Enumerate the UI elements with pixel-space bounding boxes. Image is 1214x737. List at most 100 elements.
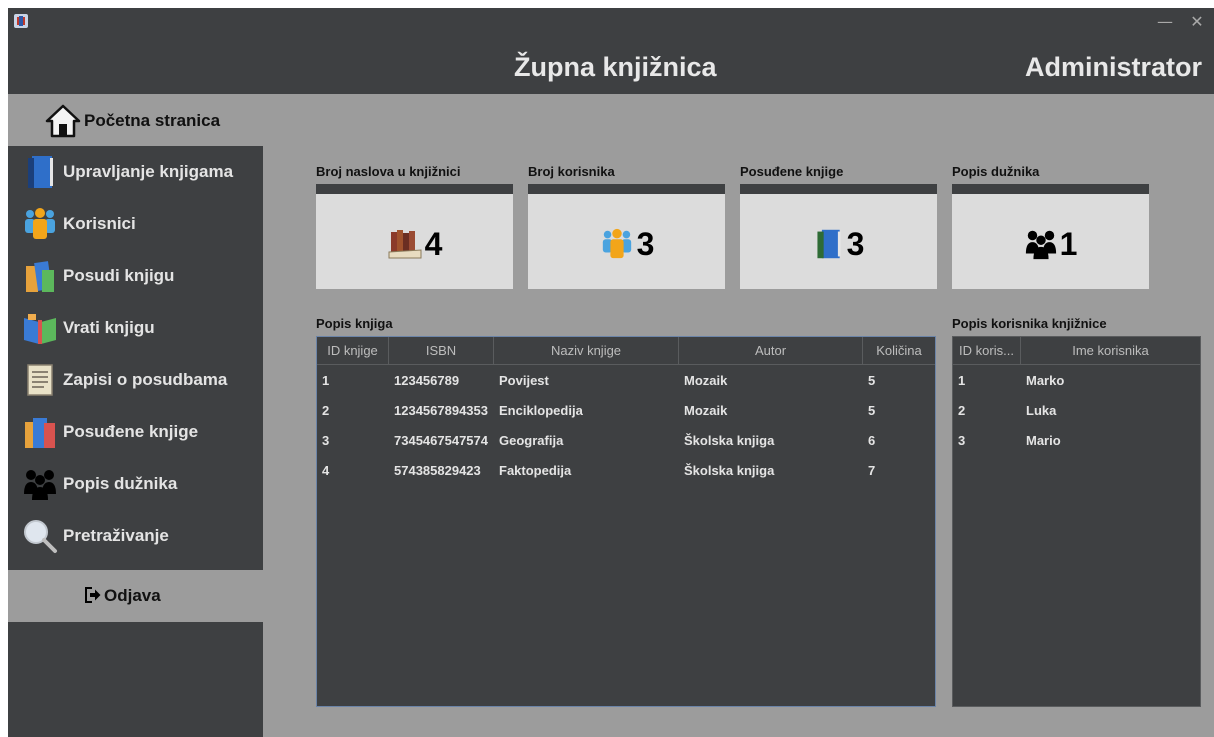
cell-user-id: 1 — [958, 373, 966, 388]
sidebar-item-label: Pretraživanje — [63, 526, 169, 545]
cell-isbn: 1234567894353 — [394, 403, 488, 418]
cell-id: 3 — [322, 433, 330, 448]
stat-bar — [952, 184, 1149, 194]
sidebar-item-label: Popis dužnika — [63, 474, 178, 493]
table-row[interactable]: 1 Marko — [953, 366, 1200, 396]
column-header-user-id[interactable]: ID koris... — [953, 337, 1021, 365]
cell-title: Enciklopedija — [499, 403, 583, 418]
sidebar-item-search[interactable]: Pretraživanje — [8, 510, 263, 562]
sidebar-item-label: Posudi knjigu — [63, 266, 175, 285]
column-header-author[interactable]: Autor — [679, 337, 863, 365]
stat-card-debtors: 1 — [952, 194, 1149, 289]
user-label: Administrator — [1024, 52, 1202, 82]
cell-title: Faktopedija — [499, 463, 572, 478]
cell-user-name: Luka — [1026, 403, 1057, 418]
page-title: Župna knjižnica — [514, 52, 717, 82]
table-header: ID knjige ISBN Naziv knjige Autor Količi… — [317, 337, 935, 365]
stat-bar — [316, 184, 513, 194]
stat-card-users: 3 — [528, 194, 725, 289]
table-row[interactable]: 2 1234567894353 Enciklopedija Mozaik 5 — [317, 396, 935, 426]
sidebar-item-home[interactable]: Početna stranica — [8, 94, 263, 146]
sidebar-item-label: Početna stranica — [84, 111, 221, 130]
home-icon — [45, 104, 81, 138]
stat-value-debtors: 1 — [1059, 225, 1078, 262]
table-row[interactable]: 3 Mario — [953, 426, 1200, 456]
records-icon — [27, 364, 53, 396]
app-icon — [14, 14, 28, 28]
column-header-quantity[interactable]: Količina — [863, 337, 935, 365]
stat-card-borrowed: 3 — [740, 194, 937, 289]
sidebar-item-label: Posuđene knjige — [63, 422, 199, 441]
sidebar-item-debtors[interactable]: Popis dužnika — [8, 458, 263, 510]
cell-quantity: 7 — [868, 463, 876, 478]
books-table-title: Popis knjiga — [316, 316, 393, 331]
sidebar-item-label: Vrati knjigu — [63, 318, 155, 337]
column-header-title[interactable]: Naziv knjige — [494, 337, 679, 365]
cell-title: Povijest — [499, 373, 549, 388]
books-icon — [26, 261, 54, 292]
sidebar-item-return-book[interactable]: Vrati knjigu — [8, 302, 263, 354]
cell-title: Geografija — [499, 433, 564, 448]
logout-icon — [85, 587, 101, 603]
group-icon — [1025, 230, 1056, 260]
cell-user-id: 3 — [958, 433, 966, 448]
logout-label: Odjava — [104, 586, 161, 605]
books-table[interactable]: ID knjige ISBN Naziv knjige Autor Količi… — [316, 336, 936, 707]
stat-value-users: 3 — [636, 225, 655, 262]
table-row[interactable]: 1 123456789 Povijest Mozaik 5 — [317, 366, 935, 396]
book-icon — [817, 229, 841, 259]
book-icon — [28, 156, 53, 188]
sidebar-item-label: Upravljanje knjigama — [63, 162, 234, 181]
stat-label-titles: Broj naslova u knjižnici — [316, 164, 461, 179]
cell-author: Mozaik — [684, 403, 728, 418]
cell-user-name: Marko — [1026, 373, 1065, 388]
sidebar-item-loan-records[interactable]: Zapisi o posudbama — [8, 354, 263, 406]
sidebar: Upravljanje knjigama Korisnici Posudi kn… — [8, 146, 263, 737]
users-table[interactable]: ID koris... Ime korisnika 1 Marko 2 Luka… — [952, 336, 1201, 707]
stat-label-borrowed: Posuđene knjige — [740, 164, 844, 179]
cell-author: Školska knjiga — [684, 463, 775, 478]
users-table-title: Popis korisnika knjižnice — [952, 316, 1107, 331]
cell-author: Školska knjiga — [684, 433, 775, 448]
close-button[interactable]: ✕ — [1184, 11, 1210, 33]
title-bar: — ✕ — [8, 8, 1214, 36]
stat-value-titles: 4 — [424, 225, 443, 262]
cell-isbn: 574385829423 — [394, 463, 481, 478]
cell-quantity: 6 — [868, 433, 876, 448]
minimize-button[interactable]: — — [1152, 11, 1178, 33]
library-books-icon — [388, 230, 422, 259]
main-window: — ✕ Župna knjižnica Administrator Početn… — [8, 8, 1214, 737]
borrowed-books-icon — [25, 418, 55, 448]
cell-isbn: 123456789 — [394, 373, 460, 388]
table-row[interactable]: 3 7345467547574 Geografija Školska knjig… — [317, 426, 935, 456]
stat-card-titles: 4 — [316, 194, 513, 289]
column-header-user-name[interactable]: Ime korisnika — [1021, 337, 1200, 365]
stat-bar — [740, 184, 937, 194]
cell-quantity: 5 — [868, 373, 876, 388]
table-row[interactable]: 2 Luka — [953, 396, 1200, 426]
cell-isbn: 7345467547574 — [394, 433, 488, 448]
stat-bar — [528, 184, 725, 194]
cell-id: 2 — [322, 403, 330, 418]
header: Župna knjižnica Administrator — [8, 36, 1214, 94]
sidebar-item-users[interactable]: Korisnici — [8, 198, 263, 250]
table-row[interactable]: 4 574385829423 Faktopedija Školska knjig… — [317, 456, 935, 486]
table-header: ID koris... Ime korisnika — [953, 337, 1200, 365]
cell-id: 1 — [322, 373, 330, 388]
users-icon — [25, 208, 55, 239]
stat-value-borrowed: 3 — [846, 225, 865, 262]
open-book-icon — [24, 314, 56, 344]
cell-author: Mozaik — [684, 373, 728, 388]
sidebar-item-label: Korisnici — [63, 214, 136, 233]
logout-button[interactable]: Odjava — [8, 570, 263, 622]
sidebar-item-borrowed-books[interactable]: Posuđene knjige — [8, 406, 263, 458]
group-icon — [24, 470, 56, 500]
stat-label-users: Broj korisnika — [528, 164, 615, 179]
cell-quantity: 5 — [868, 403, 876, 418]
cell-user-id: 2 — [958, 403, 966, 418]
sidebar-item-manage-books[interactable]: Upravljanje knjigama — [8, 146, 263, 198]
column-header-isbn[interactable]: ISBN — [389, 337, 494, 365]
sidebar-item-borrow-book[interactable]: Posudi knjigu — [8, 250, 263, 302]
column-header-id[interactable]: ID knjige — [317, 337, 389, 365]
users-icon — [602, 228, 631, 259]
